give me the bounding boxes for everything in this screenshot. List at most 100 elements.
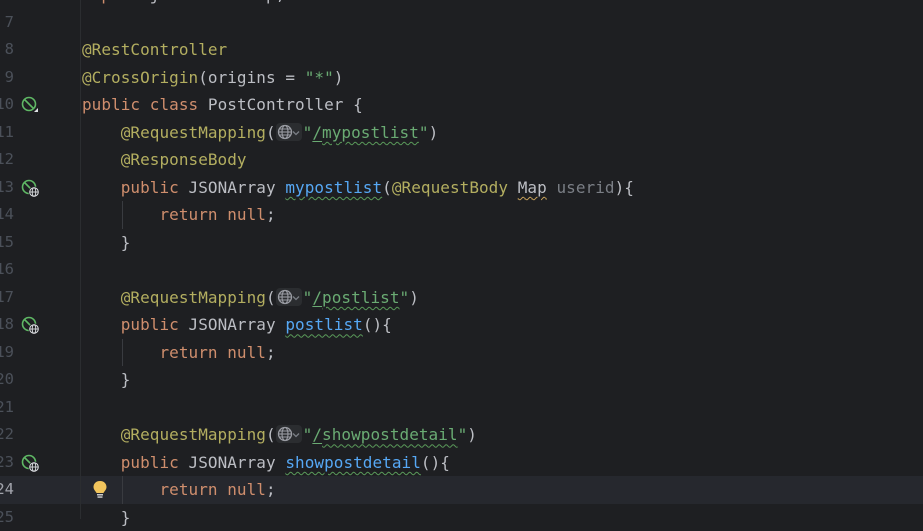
token-str: "	[302, 425, 313, 445]
code-line[interactable]: 13 public JSONArray mypostlist(@RequestB…	[0, 174, 923, 202]
code-text[interactable]: @CrossOrigin(origins = "*")	[82, 64, 343, 92]
line-number[interactable]: 16	[0, 256, 14, 284]
token-ann: @RestController	[82, 40, 228, 60]
code-line[interactable]: 23 public JSONArray showpostdetail(){	[0, 449, 923, 477]
code-text[interactable]: @RequestMapping("/mypostlist")	[82, 119, 438, 147]
code-line[interactable]: 20 }	[0, 366, 923, 394]
web-url-inlay-globe-icon[interactable]	[275, 425, 302, 444]
code-line[interactable]: 11 @RequestMapping("/mypostlist")	[0, 119, 923, 147]
token-kw: public	[120, 452, 189, 472]
token-slash: /	[312, 287, 323, 307]
token-kw: return null	[159, 205, 266, 225]
code-line[interactable]: 9 @CrossOrigin(origins = "*")	[0, 64, 923, 92]
code-line[interactable]: 16	[0, 256, 923, 284]
code-text[interactable]: return null;	[82, 201, 276, 229]
code-line[interactable]: 6 import java.util.Map;	[0, 0, 923, 9]
web-url-inlay-globe-icon[interactable]	[275, 287, 302, 306]
indent-guide	[122, 201, 123, 229]
token-ann: @RequestMapping	[120, 425, 266, 445]
code-line[interactable]: 15 }	[0, 229, 923, 257]
line-number[interactable]: 12	[0, 146, 14, 174]
line-number[interactable]: 21	[0, 394, 14, 422]
code-text[interactable]: public class PostController {	[82, 91, 363, 119]
line-number[interactable]: 11	[0, 119, 14, 147]
line-number[interactable]: 24	[0, 476, 14, 504]
code-text[interactable]: }	[82, 229, 131, 257]
token-plain: )	[333, 67, 344, 87]
token-kw: import	[82, 0, 150, 4]
spring-web-endpoint-icon[interactable]	[21, 179, 40, 198]
code-line[interactable]: 25 }	[0, 504, 923, 531]
line-number[interactable]: 25	[0, 504, 14, 531]
code-line[interactable]: 18 public JSONArray postlist(){	[0, 311, 923, 339]
code-line[interactable]: 17 @RequestMapping("/postlist")	[0, 284, 923, 312]
line-number[interactable]: 18	[0, 311, 14, 339]
code-text[interactable]: public JSONArray showpostdetail(){	[82, 449, 450, 477]
line-number[interactable]: 7	[0, 9, 14, 37]
code-text[interactable]: @RequestMapping("/showpostdetail")	[82, 421, 477, 449]
token-str: "*"	[304, 67, 334, 87]
code-line[interactable]: 8 @RestController	[0, 36, 923, 64]
token-str: "	[302, 287, 313, 307]
token-ann: @CrossOrigin	[82, 67, 199, 87]
indent-guide	[122, 476, 123, 504]
gutter-separator	[80, 0, 81, 519]
line-number[interactable]: 22	[0, 421, 14, 449]
token-plain: JSONArray	[188, 315, 286, 335]
code-text[interactable]: @RestController	[82, 36, 227, 64]
token-plain: }	[82, 370, 131, 390]
token-plain: PostController {	[207, 95, 363, 115]
lightbulb-intention-icon[interactable]	[92, 480, 108, 500]
token-plain: ;	[265, 205, 276, 225]
code-line[interactable]: 24 return null;	[0, 476, 923, 504]
code-line[interactable]: 7	[0, 9, 923, 37]
code-text[interactable]: public JSONArray postlist(){	[82, 311, 392, 339]
token-kw: public class	[82, 95, 208, 115]
code-text[interactable]: @RequestMapping("/postlist")	[82, 284, 419, 312]
spring-bean-icon[interactable]	[21, 96, 39, 114]
code-line[interactable]: 12 @ResponseBody	[0, 146, 923, 174]
line-number[interactable]: 17	[0, 284, 14, 312]
line-number[interactable]: 14	[0, 201, 14, 229]
line-number[interactable]: 10	[0, 91, 14, 119]
code-line[interactable]: 21	[0, 394, 923, 422]
code-text[interactable]: }	[82, 366, 131, 394]
code-text[interactable]: public JSONArray mypostlist(@RequestBody…	[82, 174, 634, 202]
line-number[interactable]: 8	[0, 36, 14, 64]
code-text[interactable]: return null;	[82, 339, 276, 367]
code-line[interactable]: 19 return null;	[0, 339, 923, 367]
spring-web-endpoint-icon[interactable]	[21, 454, 40, 473]
token-ann: @ResponseBody	[120, 150, 247, 170]
token-plain: JSONArray	[188, 452, 286, 472]
spring-web-endpoint-icon[interactable]	[21, 316, 40, 335]
token-plain: (origins =	[198, 67, 305, 87]
code-text[interactable]: return null;	[82, 476, 276, 504]
line-number[interactable]: 20	[0, 366, 14, 394]
token-str: "	[302, 122, 313, 142]
code-text[interactable]: import java.util.Map;	[82, 0, 285, 9]
web-url-inlay-globe-icon[interactable]	[275, 122, 302, 141]
token-plain: ){	[614, 177, 634, 197]
line-number[interactable]: 23	[0, 449, 14, 477]
line-number[interactable]: 6	[0, 0, 14, 9]
code-line[interactable]: 10 public class PostController {	[0, 91, 923, 119]
code-text[interactable]: @ResponseBody	[82, 146, 247, 174]
line-number[interactable]: 13	[0, 174, 14, 202]
token-ann: @RequestMapping	[120, 122, 266, 142]
token-kw: return null	[159, 342, 266, 362]
line-number[interactable]: 9	[0, 64, 14, 92]
token-plain: (){	[362, 315, 392, 335]
line-number[interactable]: 15	[0, 229, 14, 257]
code-line[interactable]: 14 return null;	[0, 201, 923, 229]
code-text[interactable]: }	[82, 504, 131, 531]
token-param: userid	[556, 177, 615, 197]
line-number[interactable]: 19	[0, 339, 14, 367]
code-line[interactable]: 22 @RequestMapping("/showpostdetail")	[0, 421, 923, 449]
token-kw: public	[120, 315, 189, 335]
